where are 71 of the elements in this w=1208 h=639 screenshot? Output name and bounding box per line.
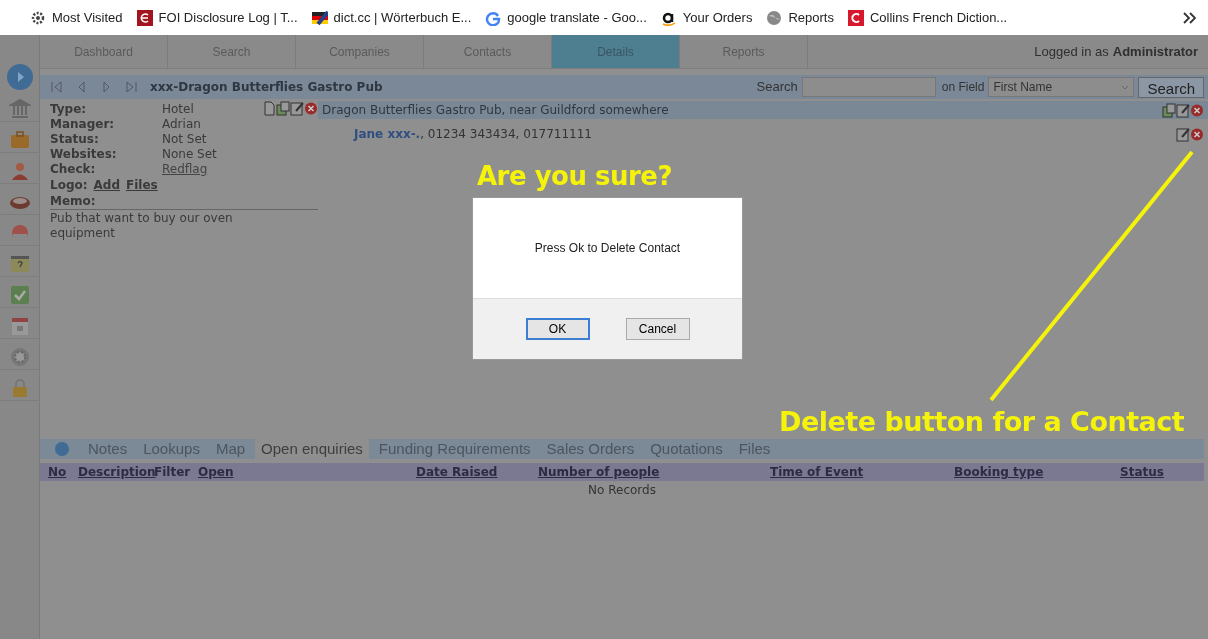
first-icon (50, 80, 63, 94)
bookmark[interactable]: Collins French Diction... (847, 7, 1008, 28)
help-card-icon (8, 253, 31, 275)
annotation-text: Are you sure? (477, 163, 673, 189)
bookmark[interactable]: FOI Disclosure Log | T... (136, 7, 298, 28)
circle-icon (54, 441, 70, 457)
dialog-button[interactable]: OK (525, 318, 590, 340)
column-header[interactable]: Status (1120, 463, 1164, 481)
field-label: Check: (50, 160, 97, 178)
field-label: Manager: (50, 116, 116, 133)
column-header[interactable]: Number of people (538, 463, 660, 481)
bookmark[interactable]: dict.cc | Wörterbuch E... (311, 7, 472, 28)
memo-text: Pub that want to buy our oven equipment (50, 211, 234, 241)
c-logo-icon (847, 9, 864, 26)
e-logo-icon (136, 9, 153, 26)
flag-icon (311, 9, 328, 26)
column-header[interactable]: No (48, 463, 67, 481)
column-header: Filter (154, 464, 191, 481)
tab[interactable]: Open enquiries (255, 439, 369, 459)
search-button[interactable]: Search (1138, 76, 1204, 98)
column-header[interactable]: Booking type (954, 463, 1044, 481)
empty-message: No Records (588, 482, 656, 499)
caret-icon (1121, 83, 1130, 91)
delete-icon (304, 101, 318, 116)
edit-icon (290, 101, 304, 116)
logo-link[interactable]: Add (93, 175, 120, 194)
contact-text: Jane xxx-., 01234 343434, 017711111 (354, 126, 592, 143)
column-header[interactable]: Time of Event (770, 463, 864, 481)
gear-icon (30, 9, 46, 26)
g-logo-icon (485, 9, 502, 26)
column-header[interactable]: Description (78, 463, 156, 481)
field-label: on Field (941, 79, 985, 96)
field-label: Websites: (50, 145, 118, 163)
copy-icon (276, 101, 290, 116)
search-field[interactable] (801, 77, 936, 97)
logo-link[interactable]: Files (126, 175, 158, 194)
briefcase-icon (8, 129, 31, 151)
field-value: Not Set (162, 130, 207, 148)
delete-icon (1190, 126, 1204, 142)
user-name: Administrator (1112, 42, 1198, 61)
memo-label: Memo: (50, 193, 318, 210)
column-header[interactable]: Open (198, 463, 234, 481)
field-value: Adrian (162, 115, 201, 133)
document-icon (262, 101, 276, 116)
bank-icon (8, 98, 31, 120)
edit-icon (1176, 102, 1190, 118)
gear-icon (8, 346, 31, 368)
dialog-button[interactable]: Cancel (625, 318, 690, 340)
dialog-message: Press Ok to Delete Contact (534, 240, 681, 257)
bookmark[interactable]: Your Orders (660, 7, 753, 28)
record-title: xxx-Dragon Butterflies Gastro Pub (150, 79, 383, 96)
field-label: Type: (50, 100, 88, 118)
bookmark[interactable]: google translate - Goo... (485, 7, 647, 28)
last-icon (125, 80, 138, 94)
column-header[interactable]: Date Raised (416, 463, 498, 481)
address-text: Dragon Butterflies Gastro Pub, near Guildford somewhere (322, 102, 669, 119)
field-label: Logo: (50, 176, 88, 194)
chevron-icon (1182, 9, 1198, 26)
search-label: Search (756, 78, 798, 97)
bookmark[interactable]: Most Visited (30, 7, 123, 28)
edit-icon (1176, 126, 1190, 142)
field-value: Hotel (162, 100, 194, 118)
delete-icon (1190, 102, 1204, 118)
field-label: Status: (50, 131, 100, 148)
play-icon (5, 63, 34, 91)
annotation-text: Delete button for a Contact (779, 408, 1185, 435)
bookmark[interactable]: Reports (766, 7, 834, 28)
checkbox-icon (8, 284, 31, 306)
copy-icon (1162, 102, 1176, 118)
login-label: Logged in as (1034, 42, 1109, 61)
field-dropdown[interactable]: First Name (988, 77, 1135, 97)
